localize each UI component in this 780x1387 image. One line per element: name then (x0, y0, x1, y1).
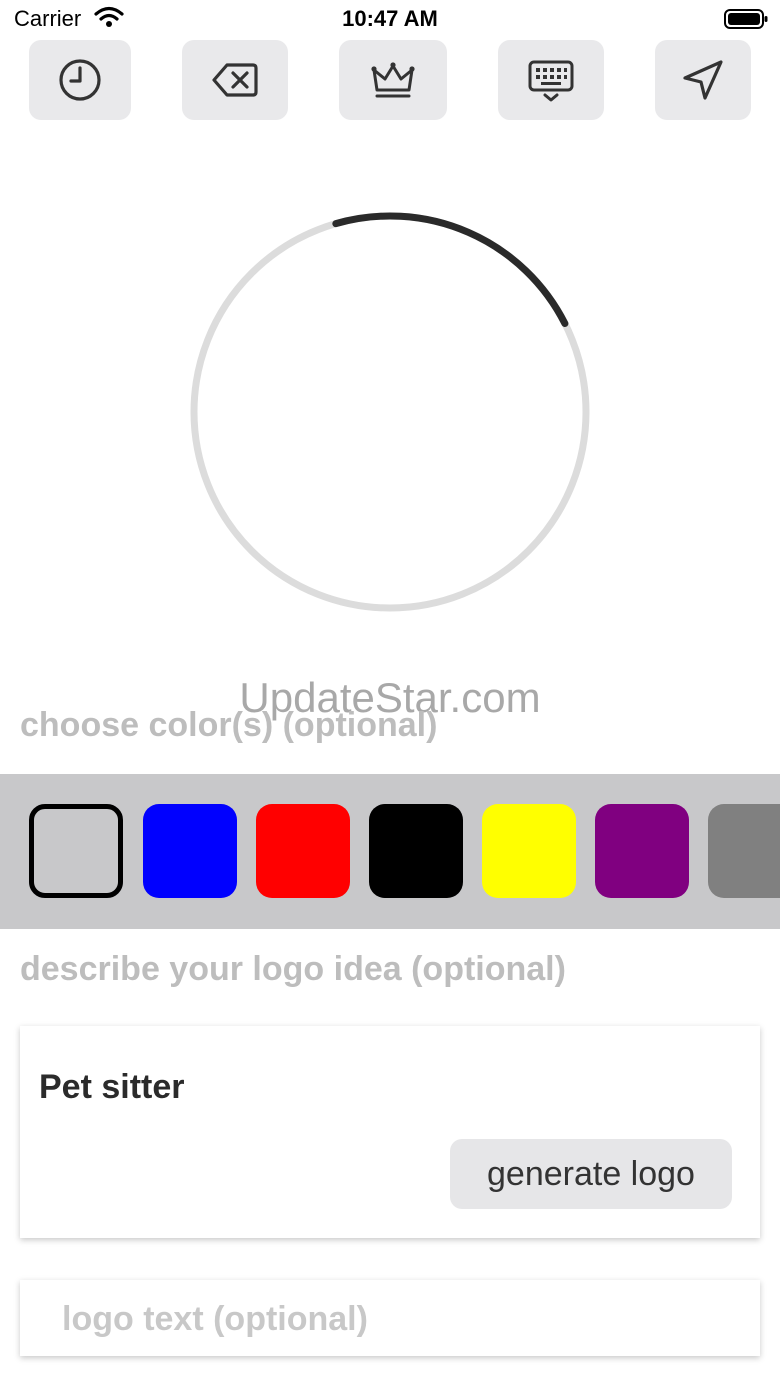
status-time: 10:47 AM (342, 6, 438, 31)
history-button[interactable] (29, 40, 131, 120)
logo-text-card (20, 1280, 760, 1356)
crown-icon (371, 62, 415, 98)
color-swatch-purple[interactable] (595, 804, 689, 898)
idea-section-label: describe your logo idea (optional) (20, 950, 566, 988)
send-button[interactable] (655, 40, 751, 120)
generate-logo-button[interactable]: generate logo (450, 1139, 732, 1209)
color-swatch-gray[interactable] (708, 804, 780, 898)
history-clock-icon (59, 59, 101, 101)
idea-input[interactable]: Pet sitter (39, 1068, 185, 1107)
progress-arc (332, 212, 569, 327)
delete-backspace-icon (212, 63, 258, 97)
delete-button[interactable] (182, 40, 288, 120)
color-swatch-black[interactable] (369, 804, 463, 898)
color-swatch-blue[interactable] (143, 804, 237, 898)
keyboard-icon (528, 60, 574, 102)
progress-ring (190, 212, 590, 612)
color-swatch-red[interactable] (256, 804, 350, 898)
status-bar: Carrier 10:47 AM (0, 0, 780, 40)
keyboard-button[interactable] (498, 40, 604, 120)
color-swatch-none[interactable] (29, 804, 123, 898)
idea-card: Pet sitter generate logo (20, 1026, 760, 1238)
logo-text-input[interactable] (60, 1296, 724, 1342)
color-swatch-yellow[interactable] (482, 804, 576, 898)
premium-button[interactable] (339, 40, 447, 120)
color-swatch-strip[interactable] (0, 774, 780, 929)
battery-icon (724, 9, 768, 29)
color-section-label: choose color(s) (optional) (20, 706, 438, 744)
send-icon (683, 60, 723, 100)
